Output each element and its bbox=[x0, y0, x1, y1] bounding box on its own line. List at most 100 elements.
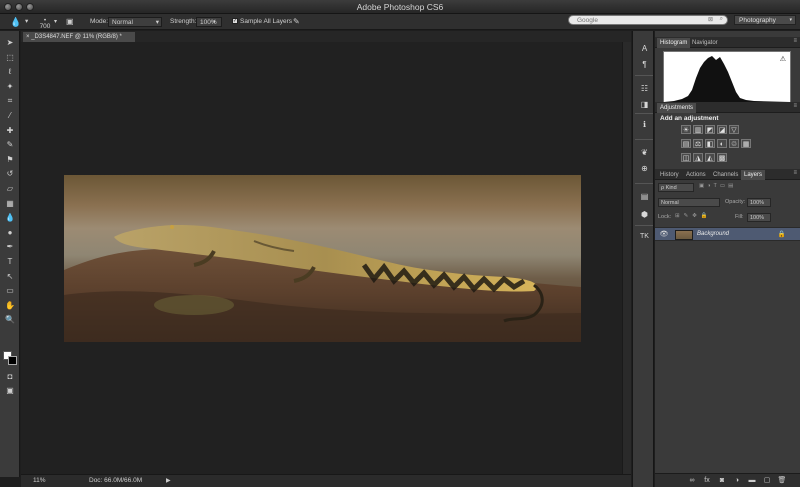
info-icon[interactable]: ℹ bbox=[639, 119, 650, 130]
adjustment-row3-4-icon[interactable]: ▩ bbox=[717, 153, 727, 162]
blur-tool-icon[interactable]: 💧 bbox=[4, 212, 16, 223]
zoom-tool-icon[interactable]: 🔍 bbox=[4, 314, 16, 325]
quick-select-tool-icon[interactable]: ✦ bbox=[4, 81, 16, 92]
warning-icon[interactable]: ⚠ bbox=[780, 55, 786, 63]
adjustment-row3-1-icon[interactable]: ◫ bbox=[681, 153, 691, 162]
shape-tool-icon[interactable]: ▭ bbox=[4, 285, 16, 296]
brush-settings-icon[interactable]: ▤ bbox=[639, 191, 650, 202]
character-icon[interactable]: A bbox=[639, 43, 650, 54]
opacity-input[interactable]: 100% bbox=[747, 198, 771, 207]
panel-icon-dock: A ¶ ☷ ◨ ℹ ❦ ⊕ ▤ ⬢ TK bbox=[632, 31, 654, 487]
quick-mask-icon[interactable]: ◘ bbox=[4, 371, 16, 382]
adjustment-row1-5-icon[interactable]: ▽ bbox=[729, 125, 739, 134]
tab-history[interactable]: History bbox=[657, 170, 682, 180]
adjustment-row2-6-icon[interactable]: ▦ bbox=[741, 139, 751, 148]
document-tab[interactable]: × _D3S4847.NEF @ 11% (RGB/8) * bbox=[23, 32, 135, 42]
zoom-level[interactable]: 11% bbox=[33, 477, 46, 484]
dodge-tool-icon[interactable]: ● bbox=[4, 227, 16, 238]
type-tool-icon[interactable]: T bbox=[4, 256, 16, 267]
lock-options-icons[interactable]: ⊞✎✥🔒 bbox=[675, 213, 712, 219]
tab-histogram[interactable]: Histogram bbox=[657, 38, 691, 48]
link-layers-icon[interactable]: ∞ bbox=[687, 476, 697, 486]
eyedropper-tool-icon[interactable]: ⁄ bbox=[4, 110, 16, 121]
delete-layer-icon[interactable]: 🗑 bbox=[777, 476, 787, 486]
screen-mode-icon[interactable]: ▣ bbox=[4, 385, 16, 396]
strength-input[interactable]: 100% bbox=[196, 17, 222, 27]
layer-style-icon[interactable]: fx bbox=[702, 476, 712, 486]
strength-dropdown[interactable]: ▾ bbox=[213, 17, 216, 27]
status-menu-arrow-icon[interactable]: ▶ bbox=[166, 477, 171, 484]
hand-tool-icon[interactable]: ✋ bbox=[4, 300, 16, 311]
tab-navigator[interactable]: Navigator bbox=[689, 38, 721, 48]
eraser-tool-icon[interactable]: ▱ bbox=[4, 183, 16, 194]
adjustment-row1-3-icon[interactable]: ◩ bbox=[705, 125, 715, 134]
marquee-tool-icon[interactable]: ⬚ bbox=[4, 52, 16, 63]
adjustment-row2-1-icon[interactable]: ▤ bbox=[681, 139, 691, 148]
healing-brush-tool-icon[interactable]: ✚ bbox=[4, 125, 16, 136]
tab-close-icon[interactable]: × bbox=[26, 34, 30, 40]
gradient-tool-icon[interactable]: ▦ bbox=[4, 198, 16, 209]
tool-presets-icon[interactable]: ☷ bbox=[639, 83, 650, 94]
panel-menu-icon[interactable]: ≡ bbox=[793, 170, 797, 176]
adjustment-row3-2-icon[interactable]: ◮ bbox=[693, 153, 703, 162]
tab-actions[interactable]: Actions bbox=[683, 170, 709, 180]
workspace-switcher[interactable]: Photography ▾ bbox=[734, 15, 796, 25]
right-panels: Histogram Navigator ≡ ⚠ Adjustments ≡ Ad… bbox=[655, 31, 800, 487]
search-icon[interactable]: ⌕ bbox=[720, 16, 723, 23]
search-box[interactable]: ⊠ ⌕ bbox=[568, 15, 728, 25]
layer-comps-icon[interactable]: ◨ bbox=[639, 99, 650, 110]
mode-select[interactable]: Normal ▾ bbox=[108, 17, 162, 27]
brush-size-picker[interactable]: • 700 bbox=[38, 17, 52, 30]
tool-preset-dropdown[interactable]: ▾ bbox=[25, 17, 28, 27]
adjustment-row2-2-icon[interactable]: ⚖ bbox=[693, 139, 703, 148]
paragraph-icon[interactable]: ¶ bbox=[639, 59, 650, 70]
add-mask-icon[interactable]: ◙ bbox=[717, 476, 727, 486]
fill-input[interactable]: 100% bbox=[747, 213, 771, 222]
adjustment-row2-5-icon[interactable]: ♲ bbox=[729, 139, 739, 148]
panel-menu-icon[interactable]: ≡ bbox=[793, 103, 797, 109]
blend-mode-select[interactable]: Normal bbox=[658, 198, 720, 207]
brush-panel-toggle-icon[interactable]: ▣ bbox=[66, 17, 74, 27]
pen-tool-icon[interactable]: ✒ bbox=[4, 241, 16, 252]
plugin-tk-icon[interactable]: TK bbox=[639, 231, 650, 242]
pressure-brush-icon[interactable]: ✎ bbox=[293, 17, 300, 27]
crop-tool-icon[interactable]: ⌗ bbox=[4, 95, 16, 106]
document-image[interactable] bbox=[64, 175, 581, 342]
history-brush-tool-icon[interactable]: ↺ bbox=[4, 168, 16, 179]
sample-all-layers-checkbox[interactable]: ✓ Sample All Layers bbox=[232, 17, 292, 27]
new-group-icon[interactable]: ▬ bbox=[747, 476, 757, 486]
status-bar: 11% Doc: 66.0M/66.0M ▶ bbox=[21, 474, 631, 487]
adjustment-layer-icon[interactable]: ◑ bbox=[732, 476, 742, 486]
clone-source-icon[interactable]: ⊕ bbox=[639, 163, 650, 174]
background-color-swatch[interactable] bbox=[8, 356, 17, 365]
panel-menu-icon[interactable]: ≡ bbox=[793, 38, 797, 44]
adjustment-row3-3-icon[interactable]: ◭ bbox=[705, 153, 715, 162]
new-layer-icon[interactable]: ▢ bbox=[762, 476, 772, 486]
brush-presets-icon[interactable]: ❦ bbox=[639, 147, 650, 158]
3d-icon[interactable]: ⬢ bbox=[639, 209, 650, 220]
layer-row-background[interactable]: 👁 Background 🔒 bbox=[655, 227, 800, 241]
visibility-eye-icon[interactable]: 👁 bbox=[659, 230, 669, 240]
path-select-tool-icon[interactable]: ↖ bbox=[4, 271, 16, 282]
adjustment-row2-3-icon[interactable]: ◧ bbox=[705, 139, 715, 148]
brush-tool-icon[interactable]: ✎ bbox=[4, 139, 16, 150]
dock-separator bbox=[635, 75, 653, 76]
adjustment-row2-4-icon[interactable]: ◐ bbox=[717, 139, 727, 148]
adjustment-row1-1-icon[interactable]: ☀ bbox=[681, 125, 691, 134]
adjustment-row1-2-icon[interactable]: ▥ bbox=[693, 125, 703, 134]
tab-layers[interactable]: Layers bbox=[741, 170, 766, 180]
vertical-scrollbar[interactable] bbox=[622, 42, 631, 474]
layer-filter-icons[interactable]: ▣◑T▭▤ bbox=[699, 183, 736, 189]
search-clear-icon[interactable]: ⊠ bbox=[708, 16, 713, 23]
search-input[interactable] bbox=[577, 16, 707, 24]
crocodile-photo bbox=[64, 225, 581, 342]
layer-kind-filter[interactable]: ρ Kind bbox=[658, 183, 694, 192]
move-tool-icon[interactable]: ➤ bbox=[4, 37, 16, 48]
lasso-tool-icon[interactable]: ℓ bbox=[4, 66, 16, 77]
adjustment-row1-4-icon[interactable]: ◪ bbox=[717, 125, 727, 134]
tab-channels[interactable]: Channels bbox=[710, 170, 741, 180]
brush-picker-dropdown[interactable]: ▾ bbox=[54, 17, 57, 27]
clone-stamp-tool-icon[interactable]: ⚑ bbox=[4, 154, 16, 165]
tool-preset-icon[interactable]: 💧 bbox=[10, 17, 21, 27]
tab-adjustments[interactable]: Adjustments bbox=[657, 103, 697, 113]
